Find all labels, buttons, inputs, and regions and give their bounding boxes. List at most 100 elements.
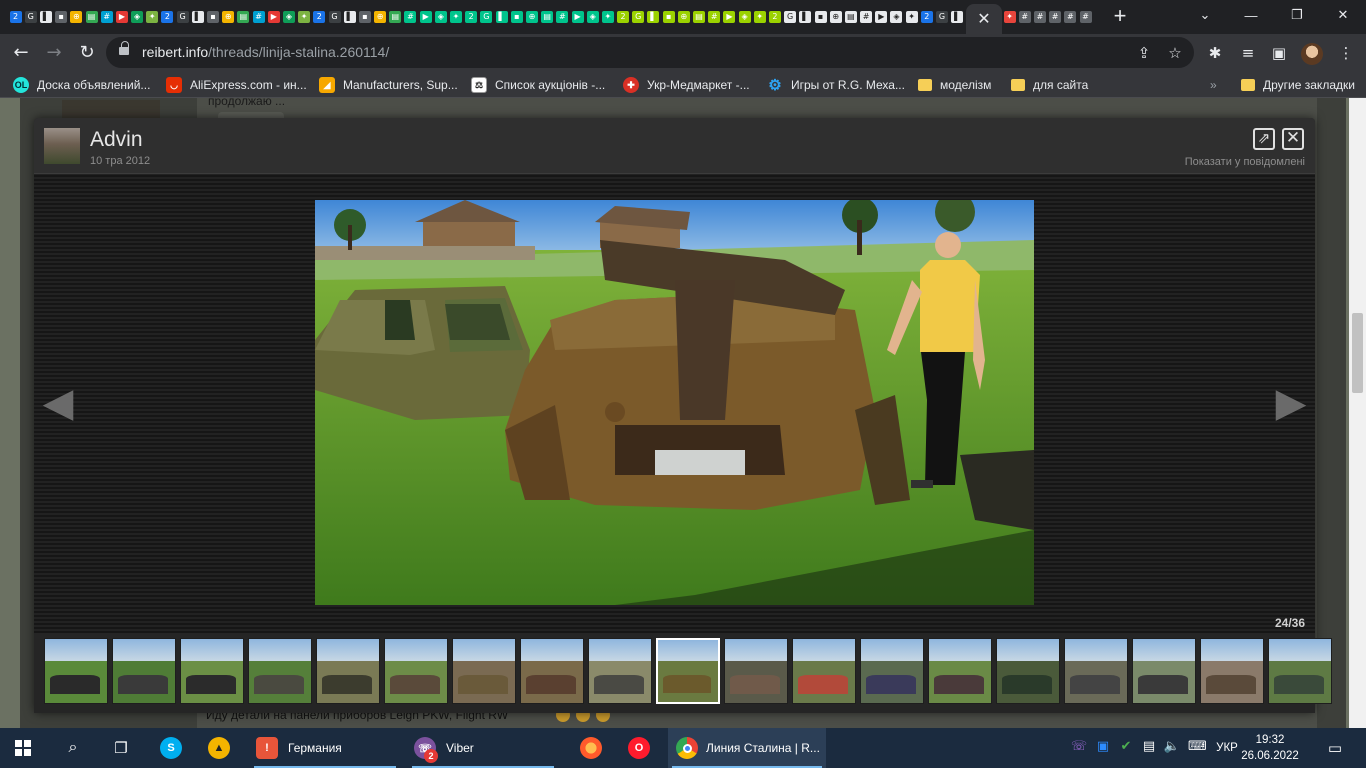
menu-icon[interactable]: ⋮ — [1334, 41, 1358, 65]
pinned-tab-favicon[interactable]: ▤ — [388, 9, 403, 25]
open-external-icon[interactable]: ⇗ — [1253, 128, 1275, 150]
firefox-button[interactable] — [574, 728, 608, 768]
pinned-tab-favicon[interactable]: ▶ — [570, 9, 585, 25]
language-indicator[interactable]: УКР — [1212, 728, 1242, 768]
pinned-tab-favicon[interactable]: ⊕ — [828, 9, 843, 25]
pinned-tab-favicon[interactable]: ▶ — [874, 9, 889, 25]
restore-icon[interactable]: ❐ — [1274, 0, 1320, 30]
tray-window-icon[interactable]: ▤ — [1140, 738, 1158, 756]
pinned-tab-favicon[interactable]: ▪ — [813, 9, 828, 25]
pinned-tab-favicon[interactable]: ▪ — [54, 9, 69, 25]
gallery-thumbnail[interactable] — [588, 638, 652, 704]
new-tab-button[interactable]: + — [1108, 5, 1132, 29]
pinned-tab-favicon[interactable]: ▌ — [494, 9, 509, 25]
pinned-tab-favicon[interactable]: ▌ — [646, 9, 661, 25]
pinned-tab-favicon[interactable]: ◈ — [737, 9, 752, 25]
gallery-thumbnail[interactable] — [316, 638, 380, 704]
pinned-tab-favicon[interactable]: ⊕ — [69, 9, 84, 25]
pinned-tab-favicon[interactable]: G — [783, 9, 798, 25]
show-in-post-link[interactable]: Показати у повідомлені — [1185, 156, 1305, 168]
bookmark-folder-modelism[interactable]: моделізм — [918, 76, 991, 94]
scrollbar-thumb[interactable] — [1352, 313, 1363, 393]
bookmark-games[interactable]: ⚙ Игры от R.G. Меха... — [767, 76, 905, 94]
network-icon[interactable]: ⌨ — [1188, 738, 1207, 756]
profile-avatar[interactable] — [1301, 43, 1323, 65]
url-text[interactable]: reibert.info/threads/linija-stalina.2601… — [142, 44, 389, 60]
tab-favicon[interactable]: # — [1048, 9, 1063, 25]
next-arrow-icon[interactable]: ▶ — [1271, 378, 1311, 428]
main-photo[interactable] — [315, 200, 1034, 605]
app-button[interactable]: ▲ — [202, 728, 236, 768]
pinned-tab-favicon[interactable]: ◈ — [889, 9, 904, 25]
share-icon[interactable]: ⇪ — [1133, 42, 1155, 64]
notifications-icon[interactable]: ▭ — [1326, 739, 1344, 757]
bookmark-folder-site[interactable]: для сайта — [1011, 76, 1088, 94]
other-bookmarks[interactable]: Другие закладки — [1241, 76, 1355, 94]
gallery-thumbnail[interactable] — [1200, 638, 1264, 704]
pinned-tab-favicon[interactable]: ✦ — [448, 9, 463, 25]
gallery-thumbnail[interactable] — [180, 638, 244, 704]
gallery-thumbnail[interactable] — [112, 638, 176, 704]
close-window-icon[interactable]: ✕ — [1320, 0, 1366, 30]
pinned-tab-favicon[interactable]: ▌ — [950, 9, 965, 25]
reload-icon[interactable]: ↻ — [74, 40, 100, 66]
pinned-tab-favicon[interactable]: # — [251, 9, 266, 25]
pinned-tab-favicon[interactable]: G — [23, 9, 38, 25]
bookmark-alibaba[interactable]: ◢ Manufacturers, Sup... — [319, 76, 458, 94]
pinned-tab-favicon[interactable]: 2 — [767, 9, 782, 25]
viber-tray-icon[interactable]: ☏ — [1070, 738, 1088, 756]
prev-arrow-icon[interactable]: ◀ — [38, 378, 78, 428]
pinned-tab-favicon[interactable]: ▶ — [418, 9, 433, 25]
pinned-tab-favicon[interactable]: ▌ — [342, 9, 357, 25]
pinned-tab-favicon[interactable]: ✦ — [752, 9, 767, 25]
gallery-thumbnail[interactable] — [520, 638, 584, 704]
search-icon[interactable]: ⌕ — [56, 728, 90, 768]
task-view-icon[interactable]: ❐ — [104, 728, 138, 768]
bookmarks-overflow-button[interactable]: » — [1210, 76, 1217, 94]
tab-favicon-red[interactable]: ✦ — [1002, 9, 1017, 25]
gallery-thumbnail[interactable] — [724, 638, 788, 704]
bookmark-star-icon[interactable]: ☆ — [1164, 42, 1186, 64]
minimize-icon[interactable]: — — [1228, 0, 1274, 30]
author-name[interactable]: Advin — [90, 128, 143, 152]
media-control-icon[interactable]: ≡ — [1236, 41, 1260, 65]
pinned-tab-favicon[interactable]: # — [859, 9, 874, 25]
pinned-tab-favicon[interactable]: ▶ — [722, 9, 737, 25]
pinned-tab-favicon[interactable]: ⊕ — [524, 9, 539, 25]
active-tab[interactable]: ✕ — [966, 4, 1002, 34]
skype-button[interactable]: S — [154, 728, 188, 768]
bookmark-aliexpress[interactable]: ◡ AliExpress.com - ин... — [166, 76, 307, 94]
gallery-thumbnail[interactable] — [452, 638, 516, 704]
pinned-tab-favicon[interactable]: # — [99, 9, 114, 25]
author-avatar[interactable] — [44, 128, 80, 164]
forward-icon[interactable]: → — [41, 40, 67, 66]
pinned-tab-favicon[interactable]: ◈ — [130, 9, 145, 25]
pinned-tab-favicon[interactable]: ▪ — [661, 9, 676, 25]
pinned-tab-favicon[interactable]: ▶ — [266, 9, 281, 25]
pinned-tab-favicon[interactable]: G — [479, 9, 494, 25]
pinned-tab-favicon[interactable]: ⊕ — [373, 9, 388, 25]
bookmark-olx[interactable]: OL Доска объявлений... — [13, 76, 150, 94]
pinned-tab-favicon[interactable]: ◈ — [585, 9, 600, 25]
pinned-tab-favicon[interactable]: # — [707, 9, 722, 25]
gallery-thumbnail[interactable] — [1064, 638, 1128, 704]
pinned-tab-favicon[interactable]: 2 — [8, 9, 23, 25]
tab-favicon[interactable]: # — [1032, 9, 1047, 25]
gallery-thumbnail[interactable] — [792, 638, 856, 704]
pinned-tab-favicon[interactable]: ▌ — [38, 9, 53, 25]
close-lightbox-icon[interactable]: ✕ — [1282, 128, 1304, 150]
pinned-tab-favicon[interactable]: ▤ — [84, 9, 99, 25]
bookmark-medmarket[interactable]: ✚ Укр-Медмаркет -... — [623, 76, 750, 94]
pinned-tab-favicon[interactable]: 2 — [919, 9, 934, 25]
gallery-thumbnail[interactable] — [928, 638, 992, 704]
pinned-tab-favicon[interactable]: # — [403, 9, 418, 25]
pinned-tab-favicon[interactable]: ⊕ — [221, 9, 236, 25]
pinned-tab-favicon[interactable]: ▶ — [114, 9, 129, 25]
pinned-tab-favicon[interactable]: ✦ — [600, 9, 615, 25]
pinned-tab-favicon[interactable]: 2 — [616, 9, 631, 25]
pinned-tab-favicon[interactable]: ▪ — [509, 9, 524, 25]
pinned-tab-favicon[interactable]: 2 — [464, 9, 479, 25]
page-scrollbar[interactable] — [1349, 98, 1366, 728]
gallery-thumbnail[interactable] — [248, 638, 312, 704]
tab-favicon[interactable]: # — [1063, 9, 1078, 25]
